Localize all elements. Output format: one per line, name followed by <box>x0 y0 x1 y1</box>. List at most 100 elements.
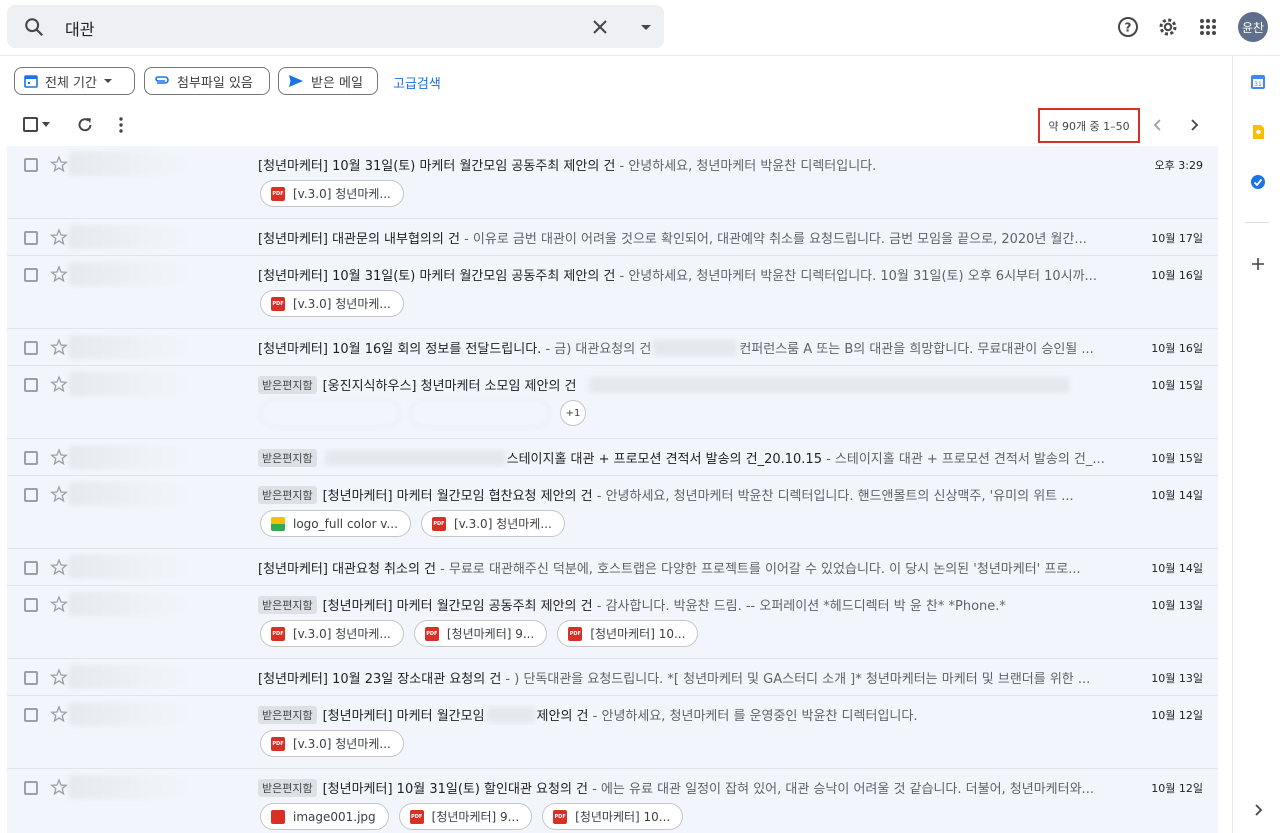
star-icon[interactable] <box>50 558 68 576</box>
attachment-name: [청년마케터] 9... <box>446 627 535 641</box>
attachment-chip[interactable]: PDF [v.3.0] 청년마케... <box>260 290 404 317</box>
email-content[interactable]: [청년마케터] 대관요청 취소의 건 - 무료로 대관해주신 덕분에, 호스트랩… <box>258 558 1118 578</box>
email-content[interactable]: 받은편지함 [웅진지식하우스] 청년마케터 소모임 제안의 건 <box>258 375 1118 395</box>
attachment-chip[interactable]: PDF [v.3.0] 청년마케... <box>260 620 404 647</box>
row-checkbox[interactable] <box>24 488 38 502</box>
inbox-label: 받은편지함 <box>258 706 317 724</box>
attachment-chip[interactable]: PDF [청년마케터] 9... <box>413 620 548 647</box>
prev-page-icon[interactable] <box>1148 115 1168 135</box>
email-row[interactable]: [청년마케터] 대관요청 취소의 건 - 무료로 대관해주신 덕분에, 호스트랩… <box>7 549 1218 586</box>
inbox-label: 받은편지함 <box>258 376 317 394</box>
email-row[interactable]: [청년마케터] 10월 31일(토) 마케터 월간모임 공동주최 제안의 건 -… <box>7 256 1218 329</box>
period-filter-chip[interactable]: 전체 기간 <box>14 67 135 95</box>
email-row[interactable]: [청년마케터] 10월 16일 회의 정보를 전달드립니다. - 금) 대관요청… <box>7 329 1218 366</box>
pdf-file-icon: PDF <box>424 626 439 641</box>
star-icon[interactable] <box>50 705 68 723</box>
star-icon[interactable] <box>50 228 68 246</box>
email-row[interactable]: 받은편지함 [청년마케터] 마케터 월간모임 공동주최 제안의 건 - 감사합니다… <box>7 586 1218 659</box>
star-icon[interactable] <box>50 375 68 393</box>
attachment-chip[interactable] <box>410 400 550 427</box>
attachment-chip[interactable] <box>260 400 400 427</box>
star-icon[interactable] <box>50 668 68 686</box>
attachment-chip[interactable]: image001.jpg <box>260 803 389 830</box>
apps-grid-icon[interactable] <box>1196 15 1220 39</box>
pagination-count-text: 약 90개 중 1–50 <box>1048 119 1130 133</box>
star-icon[interactable] <box>50 265 68 283</box>
email-content[interactable]: 받은편지함 스테이지홀 대관 + 프로모션 견적서 발송의 건_20.10.15 … <box>258 448 1118 468</box>
search-options-icon[interactable] <box>634 15 658 39</box>
expand-panel-icon[interactable] <box>1250 802 1266 818</box>
email-row[interactable]: 받은편지함 [청년마케터] 10월 31일(토) 할인대관 요청의 건 - 에는 … <box>7 769 1218 833</box>
row-checkbox[interactable] <box>24 268 38 282</box>
row-checkbox[interactable] <box>24 671 38 685</box>
row-checkbox[interactable] <box>24 561 38 575</box>
email-content[interactable]: [청년마케터] 대관문의 내부협의의 건 - 이유로 금번 대관이 어려울 것으… <box>258 228 1118 248</box>
row-checkbox[interactable] <box>24 708 38 722</box>
attachment-chip[interactable]: PDF [청년마케터] 10... <box>557 620 699 647</box>
sender-blurred <box>69 592 193 616</box>
pdf-file-icon: PDF <box>568 626 583 641</box>
settings-gear-icon[interactable] <box>1156 15 1180 39</box>
search-icon[interactable] <box>23 16 45 38</box>
email-row[interactable]: [청년마케터] 대관문의 내부협의의 건 - 이유로 금번 대관이 어려울 것으… <box>7 219 1218 256</box>
attachment-chip[interactable]: PDF [v.3.0] 청년마케... <box>260 730 404 757</box>
star-icon[interactable] <box>50 155 68 173</box>
star-icon[interactable] <box>50 595 68 613</box>
select-dropdown-icon[interactable] <box>42 122 50 128</box>
more-options-icon[interactable] <box>111 115 131 135</box>
email-subject: [청년마케터] 10월 31일(토) 할인대관 요청의 건 <box>322 782 589 797</box>
row-checkbox[interactable] <box>24 341 38 355</box>
sender-blurred <box>69 335 193 359</box>
email-content[interactable]: [청년마케터] 10월 16일 회의 정보를 전달드립니다. - 금) 대관요청… <box>258 338 1118 358</box>
more-attachments-badge[interactable]: +1 <box>560 400 586 426</box>
search-input[interactable]: 대관 <box>65 16 94 40</box>
search-box[interactable]: 대관 <box>7 5 664 48</box>
clear-search-icon[interactable] <box>588 15 612 39</box>
attachment-chip[interactable]: PDF [청년마케터] 9... <box>398 803 533 830</box>
tasks-app-icon[interactable] <box>1250 174 1266 190</box>
attachment-chip[interactable]: PDF [청년마케터] 10... <box>542 803 684 830</box>
row-checkbox[interactable] <box>24 158 38 172</box>
email-content[interactable]: 받은편지함 [청년마케터] 마케터 월간모임 제안의 건 - 안녕하세요, 청년마케… <box>258 705 1118 725</box>
email-row[interactable]: 받은편지함 스테이지홀 대관 + 프로모션 견적서 발송의 건_20.10.15 … <box>7 439 1218 476</box>
star-icon[interactable] <box>50 778 68 796</box>
email-subject: [청년마케터] 대관요청 취소의 건 <box>258 562 437 577</box>
email-snippet: - 안녕하세요, 청년마케터 박윤찬 디렉터입니다. 10월 31일(토) 오후… <box>615 269 1097 284</box>
row-checkbox[interactable] <box>24 598 38 612</box>
star-icon[interactable] <box>50 448 68 466</box>
attachment-chip[interactable]: logo_full color v... <box>260 510 411 537</box>
next-page-icon[interactable] <box>1184 115 1204 135</box>
email-content[interactable]: 받은편지함 [청년마케터] 10월 31일(토) 할인대관 요청의 건 - 에는 … <box>258 778 1118 798</box>
email-row[interactable]: 받은편지함 [청년마케터] 마케터 월간모임 제안의 건 - 안녕하세요, 청년마케… <box>7 696 1218 769</box>
email-content[interactable]: 받은편지함 [청년마케터] 마케터 월간모임 협찬요청 제안의 건 - 안녕하세요… <box>258 485 1118 505</box>
sender-blurred <box>69 555 193 579</box>
attachment-name: [v.3.0] 청년마케... <box>293 187 391 201</box>
select-all-checkbox[interactable] <box>22 115 52 135</box>
help-icon[interactable]: ? <box>1116 15 1140 39</box>
refresh-icon[interactable] <box>75 115 95 135</box>
row-checkbox[interactable] <box>24 378 38 392</box>
attachment-filter-chip[interactable]: 첨부파일 있음 <box>144 67 270 95</box>
row-checkbox[interactable] <box>24 231 38 245</box>
star-icon[interactable] <box>50 485 68 503</box>
attachment-filter-label: 첨부파일 있음 <box>177 75 253 91</box>
star-icon[interactable] <box>50 338 68 356</box>
advanced-search-link[interactable]: 고급검색 <box>393 73 441 92</box>
attachment-chip[interactable]: PDF [v.3.0] 청년마케... <box>420 510 565 537</box>
email-content[interactable]: [청년마케터] 10월 31일(토) 마케터 월간모임 공동주최 제안의 건 -… <box>258 155 1118 175</box>
email-content[interactable]: 받은편지함 [청년마케터] 마케터 월간모임 공동주최 제안의 건 - 감사합니다… <box>258 595 1118 615</box>
attachment-chip[interactable]: PDF [v.3.0] 청년마케... <box>260 180 404 207</box>
email-row[interactable]: [청년마케터] 10월 31일(토) 마케터 월간모임 공동주최 제안의 건 -… <box>7 146 1218 219</box>
account-avatar[interactable]: 윤찬 <box>1238 12 1268 42</box>
row-checkbox[interactable] <box>24 451 38 465</box>
row-checkbox[interactable] <box>24 781 38 795</box>
email-row[interactable]: [청년마케터] 10월 23일 장소대관 요청의 건 - ) 단독대관을 요청드… <box>7 659 1218 696</box>
keep-app-icon[interactable] <box>1250 124 1266 140</box>
received-filter-chip[interactable]: 받은 메일 <box>278 67 378 95</box>
email-row[interactable]: 받은편지함 [웅진지식하우스] 청년마케터 소모임 제안의 건 10월 15일 +1 <box>7 366 1218 439</box>
add-app-icon[interactable] <box>1250 256 1266 272</box>
calendar-app-icon[interactable]: 31 <box>1250 74 1266 90</box>
email-content[interactable]: [청년마케터] 10월 31일(토) 마케터 월간모임 공동주최 제안의 건 -… <box>258 265 1118 285</box>
email-row[interactable]: 받은편지함 [청년마케터] 마케터 월간모임 협찬요청 제안의 건 - 안녕하세요… <box>7 476 1218 549</box>
email-content[interactable]: [청년마케터] 10월 23일 장소대관 요청의 건 - ) 단독대관을 요청드… <box>258 668 1118 688</box>
